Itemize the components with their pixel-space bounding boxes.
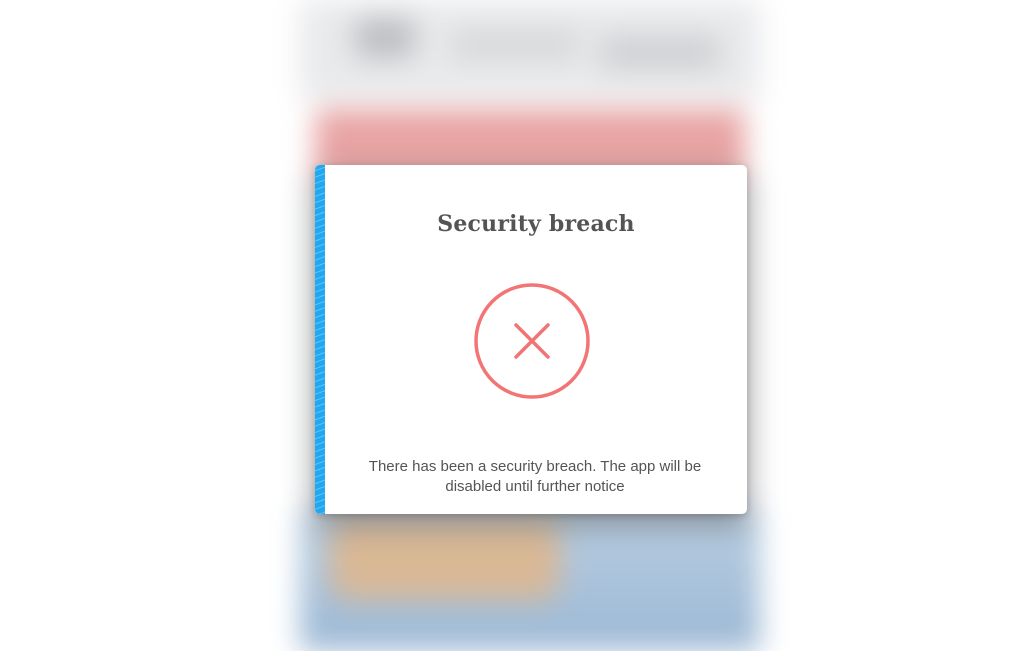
dialog-accent-stripe (315, 165, 325, 514)
security-breach-dialog: Security breach There has been a securit… (315, 165, 747, 514)
error-x-icon (474, 283, 590, 399)
dialog-title: Security breach (437, 211, 635, 237)
app-screen: Security breach There has been a securit… (0, 0, 1023, 651)
background-title (450, 30, 580, 60)
background-logo (355, 18, 415, 58)
background-action (600, 35, 720, 70)
background-image-detail (330, 520, 560, 600)
dialog-message: There has been a security breach. The ap… (368, 458, 702, 495)
